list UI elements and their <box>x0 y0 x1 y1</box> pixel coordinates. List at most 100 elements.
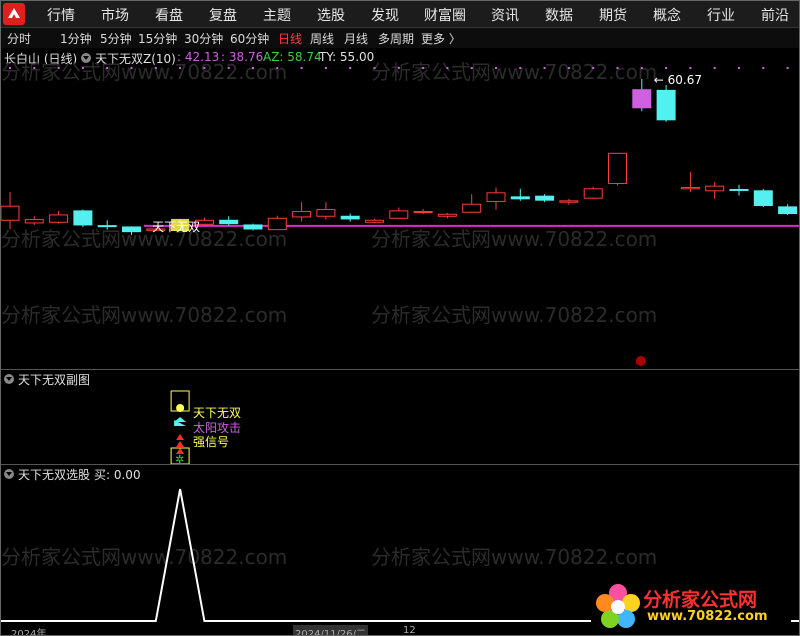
indicator-dot <box>616 67 619 69</box>
high-price-label: ← 60.67 <box>654 73 702 87</box>
indicator-dot <box>276 67 279 69</box>
indicator-dot <box>665 67 668 69</box>
panel-divider <box>1 464 799 465</box>
indicator-dot <box>81 67 84 69</box>
menu-shuju[interactable]: 数据 <box>545 5 573 25</box>
indicator-value-1: : 42.13 <box>177 50 220 64</box>
menu-xuangu[interactable]: 选股 <box>317 5 345 25</box>
candle-body <box>389 210 409 219</box>
indicator-dot <box>252 67 254 69</box>
marker-icon <box>635 356 646 366</box>
period-more[interactable]: 更多 〉 <box>421 30 461 47</box>
period-weekly[interactable]: 周线 <box>310 30 334 47</box>
candle-body <box>437 213 457 217</box>
indicator-dot <box>349 67 352 69</box>
up-arrow-icon <box>176 441 185 447</box>
candle-body <box>778 206 798 215</box>
candle-body <box>753 190 773 207</box>
brand-url: www.70822.com <box>647 609 768 624</box>
candle-body <box>583 188 603 199</box>
app-window: 行情 市场 看盘 复盘 主题 选股 发现 财富圈 资讯 数据 期货 概念 行业 … <box>0 0 800 636</box>
candle-body <box>632 89 652 109</box>
panel-divider <box>1 369 799 370</box>
menu-qihuo[interactable]: 期货 <box>599 5 627 25</box>
indicator-dot <box>203 67 206 69</box>
candle-body <box>24 219 44 224</box>
period-monthly[interactable]: 月线 <box>344 30 368 47</box>
period-bar: 分时 1分钟 5分钟 15分钟 30分钟 60分钟 日线 周线 月线 多周期 更… <box>1 28 799 48</box>
period-daily[interactable]: 日线 <box>278 30 302 47</box>
indicator-dot <box>300 67 303 69</box>
indicator-dot <box>713 67 716 69</box>
indicator-dot <box>495 67 497 69</box>
signal-subchart: ✲ <box>170 390 190 466</box>
indicator-dot <box>373 67 376 69</box>
period-fenshi[interactable]: 分时 <box>7 30 31 47</box>
candle-body <box>510 196 530 200</box>
indicator-dot <box>738 67 740 69</box>
indicator-dot <box>592 67 595 69</box>
menu-zhuti[interactable]: 主题 <box>263 5 291 25</box>
menu-kanpan[interactable]: 看盘 <box>155 5 183 25</box>
indicator-dot <box>689 67 692 69</box>
brand-logo: 分析家公式网 www.70822.com <box>591 579 791 633</box>
menu-hangqing[interactable]: 行情 <box>47 5 75 25</box>
candle-body <box>243 224 263 230</box>
indicator-dot <box>640 67 643 69</box>
period-15min[interactable]: 15分钟 <box>138 30 177 47</box>
candle-body <box>267 217 287 231</box>
indicator-dot <box>786 67 789 69</box>
menu-fupan[interactable]: 复盘 <box>209 5 237 25</box>
candle-body <box>656 89 676 121</box>
indicator-dot <box>397 67 400 69</box>
period-multi[interactable]: 多周期 <box>378 30 414 47</box>
indicator-dot <box>154 67 157 69</box>
menu-hangye[interactable]: 行业 <box>707 5 735 25</box>
candle-body <box>122 226 141 233</box>
menu-qianyan[interactable]: 前沿 <box>761 5 789 25</box>
candle-body <box>559 200 579 203</box>
indicator-dot <box>130 67 133 69</box>
indicator-name[interactable]: 天下无双Z(10) <box>95 50 176 67</box>
brand-name: 分析家公式网 <box>643 589 758 611</box>
indicator-dot <box>567 67 570 69</box>
period-30min[interactable]: 30分钟 <box>184 30 223 47</box>
app-logo-icon[interactable] <box>3 3 25 25</box>
candle-body <box>1 205 20 221</box>
indicator-info-line: 长白山 (日线) 天下无双Z(10) : 42.13 : 38.76 AZ: 5… <box>1 49 799 67</box>
axis-label-right: 12 <box>403 625 416 636</box>
sub1-dropdown-icon[interactable] <box>4 374 14 384</box>
flower-logo-icon <box>596 584 640 628</box>
axis-label-left: 2024年 <box>11 629 47 636</box>
menu-shichang[interactable]: 市场 <box>101 5 129 25</box>
coin-icon <box>176 404 185 412</box>
period-60min[interactable]: 60分钟 <box>230 30 269 47</box>
candle-body <box>729 188 749 191</box>
indicator-dot <box>519 67 522 69</box>
candle-body <box>316 209 336 217</box>
indicator-dot <box>179 67 182 69</box>
candle-body <box>413 211 433 214</box>
indicator-dot <box>57 67 60 69</box>
signal-label: 天下无双 <box>152 220 200 234</box>
menu-gainian[interactable]: 概念 <box>653 5 681 25</box>
indicator-value-ty: TY: 55.00 <box>319 50 375 64</box>
sub2-dropdown-icon[interactable] <box>4 469 14 479</box>
indicator-dot <box>470 67 473 69</box>
candlestick-chart[interactable]: 天下无双 ← 60.67 <box>1 67 799 367</box>
candle-body <box>97 225 117 228</box>
menu-caifuquan[interactable]: 财富圈 <box>424 5 466 25</box>
indicator-dot <box>227 67 230 69</box>
period-5min[interactable]: 5分钟 <box>100 30 132 47</box>
period-1min[interactable]: 1分钟 <box>60 30 92 47</box>
indicator-dot <box>543 67 546 69</box>
menu-faxian[interactable]: 发现 <box>371 5 399 25</box>
dropdown-circle-icon[interactable] <box>81 53 91 63</box>
top-menu-bar: 行情 市场 看盘 复盘 主题 选股 发现 财富圈 资讯 数据 期货 概念 行业 … <box>1 1 799 28</box>
indicator-dot <box>422 67 425 69</box>
indicator-dot <box>762 67 765 69</box>
menu-zixun[interactable]: 资讯 <box>491 5 519 25</box>
axis-label-cursor: 2024/11/26/二 <box>293 625 369 635</box>
indicator-dot <box>33 67 36 69</box>
indicator-dot <box>446 67 449 69</box>
